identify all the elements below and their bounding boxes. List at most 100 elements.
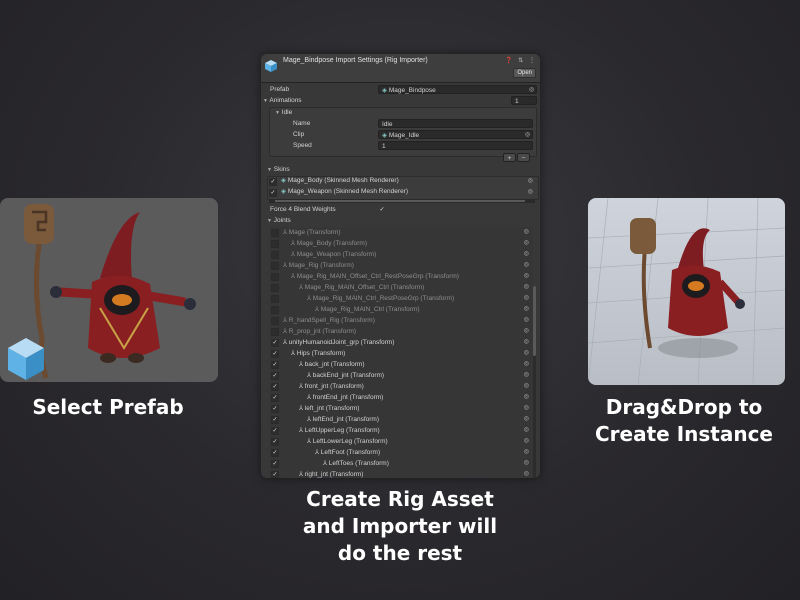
open-button[interactable]: Open — [513, 68, 536, 78]
object-picker-icon[interactable]: ◎ — [529, 86, 534, 93]
joint-picker-icon[interactable]: ◎ — [524, 238, 529, 249]
foldout-arrow-icon: ▼ — [275, 110, 280, 116]
joints-scrollbar[interactable] — [533, 286, 536, 478]
joint-label: ⅄ R_handSpell_Rig (Transform) — [283, 317, 375, 324]
remove-animation-button[interactable]: − — [517, 153, 530, 162]
joint-picker-icon[interactable]: ◎ — [524, 271, 529, 282]
joint-checkbox[interactable]: ✓ — [271, 427, 279, 435]
joint-checkbox[interactable]: ✓ — [271, 449, 279, 457]
joint-picker-icon[interactable]: ◎ — [524, 447, 529, 458]
joint-picker-icon[interactable]: ◎ — [524, 458, 529, 469]
joint-picker-icon[interactable]: ◎ — [524, 425, 529, 436]
joint-picker-icon[interactable]: ◎ — [524, 403, 529, 414]
joint-checkbox[interactable] — [271, 262, 279, 270]
joint-checkbox[interactable]: ✓ — [271, 471, 279, 478]
clip-picker-icon[interactable]: ◎ — [525, 131, 530, 138]
joint-checkbox[interactable]: ✓ — [271, 405, 279, 413]
joint-label: ⅄ Mage_Body (Transform) — [291, 240, 367, 247]
skin-picker-icon[interactable]: ◎ — [528, 187, 533, 197]
speed-input[interactable]: 1 — [378, 141, 533, 150]
joint-picker-icon[interactable]: ◎ — [524, 392, 529, 403]
joints-foldout[interactable]: ▼ Joints — [267, 216, 291, 226]
joint-picker-icon[interactable]: ◎ — [524, 293, 529, 304]
skin-label: ◈ Mage_Weapon (Skinned Mesh Renderer) — [281, 188, 409, 195]
joint-picker-icon[interactable]: ◎ — [524, 227, 529, 238]
joint-checkbox[interactable]: ✓ — [271, 361, 279, 369]
joint-picker-icon[interactable]: ◎ — [524, 315, 529, 326]
joint-checkbox[interactable] — [271, 251, 279, 259]
joint-checkbox[interactable]: ✓ — [271, 372, 279, 380]
skins-scrollbar[interactable] — [269, 199, 535, 203]
joint-checkbox[interactable] — [271, 317, 279, 325]
skin-checkbox[interactable]: ✓ — [269, 189, 277, 197]
skin-row[interactable]: ✓ ◈ Mage_Body (Skinned Mesh Renderer) ◎ — [269, 176, 535, 186]
joint-picker-icon[interactable]: ◎ — [524, 282, 529, 293]
joint-checkbox[interactable]: ✓ — [271, 438, 279, 446]
skins-scroll-thumb[interactable] — [275, 200, 525, 202]
clip-icon: ◈ — [382, 132, 387, 139]
joint-checkbox[interactable] — [271, 273, 279, 281]
skin-row[interactable]: ✓ ◈ Mage_Weapon (Skinned Mesh Renderer) … — [269, 187, 535, 197]
caption-line: do the rest — [337, 541, 463, 565]
skin-picker-icon[interactable]: ◎ — [528, 176, 533, 186]
joint-picker-icon[interactable]: ◎ — [524, 304, 529, 315]
joint-picker-icon[interactable]: ◎ — [524, 249, 529, 260]
caption-line: Drag&Drop to — [605, 395, 763, 419]
joint-picker-icon[interactable]: ◎ — [524, 348, 529, 359]
joint-row[interactable]: ✓ ⅄ right_jnt (Transform) ◎ — [269, 469, 533, 478]
joint-checkbox[interactable]: ✓ — [271, 394, 279, 402]
scene-preview — [588, 198, 785, 385]
anim-item-label: Idle — [281, 109, 293, 116]
inspector-window: Mage_Bindpose Import Settings (Rig Impor… — [261, 54, 540, 478]
joint-checkbox[interactable]: ✓ — [271, 350, 279, 358]
prefab-label: Prefab — [270, 86, 290, 93]
joint-checkbox[interactable]: ✓ — [271, 339, 279, 347]
joint-picker-icon[interactable]: ◎ — [524, 359, 529, 370]
help-settings-icons[interactable]: ❓ ⇅ ⋮ — [505, 57, 537, 64]
joint-label: ⅄ LeftLowerLeg (Transform) — [307, 438, 388, 445]
joint-label: ⅄ Mage_Rig (Transform) — [283, 262, 354, 269]
joint-label: ⅄ Mage_Rig_MAIN_Offset_Ctrl (Transform) — [299, 284, 425, 291]
animations-foldout[interactable]: ▼ Animations — [263, 96, 302, 106]
joint-picker-icon[interactable]: ◎ — [524, 414, 529, 425]
joint-label: ⅄ LeftToes (Transform) — [323, 460, 389, 467]
joint-checkbox[interactable]: ✓ — [271, 383, 279, 391]
speed-label: Speed — [293, 142, 312, 149]
joint-picker-icon[interactable]: ◎ — [524, 436, 529, 447]
joint-picker-icon[interactable]: ◎ — [524, 337, 529, 348]
mage-prefab-render — [8, 204, 196, 380]
clip-label: Clip — [293, 131, 305, 138]
joint-checkbox[interactable] — [271, 306, 279, 314]
skins-foldout[interactable]: ▼ Skins — [267, 165, 290, 175]
caption-select-prefab: Select Prefab — [32, 395, 184, 419]
joint-checkbox[interactable]: ✓ — [271, 460, 279, 468]
clip-value: Mage_Idle — [388, 132, 420, 139]
joint-label: ⅄ Mage_Weapon (Transform) — [291, 251, 377, 258]
mage-instance-render — [588, 198, 785, 385]
animations-count-field[interactable]: 1 — [511, 96, 537, 105]
joint-checkbox[interactable]: ✓ — [271, 416, 279, 424]
joint-checkbox[interactable] — [271, 229, 279, 237]
joint-picker-icon[interactable]: ◎ — [524, 381, 529, 392]
joint-picker-icon[interactable]: ◎ — [524, 326, 529, 337]
anim-item-foldout[interactable]: ▼ Idle — [275, 108, 292, 118]
joint-picker-icon[interactable]: ◎ — [524, 469, 529, 478]
clip-field[interactable]: ◈ Mage_Idle — [378, 130, 533, 139]
joint-picker-icon[interactable]: ◎ — [524, 260, 529, 271]
joint-checkbox[interactable] — [271, 240, 279, 248]
prefab-field[interactable]: ◈ Mage_Bindpose — [378, 85, 537, 94]
skin-checkbox[interactable]: ✓ — [269, 178, 277, 186]
caption-line: Create Instance — [595, 422, 773, 446]
joint-checkbox[interactable] — [271, 295, 279, 303]
skins-label: Skins — [273, 166, 290, 173]
joint-label: ⅄ leftEnd_jnt (Transform) — [307, 416, 380, 423]
joint-checkbox[interactable] — [271, 284, 279, 292]
joint-checkbox[interactable] — [271, 328, 279, 336]
add-animation-button[interactable]: + — [503, 153, 516, 162]
joint-label: ⅄ left_jnt (Transform) — [299, 405, 360, 412]
prefab-value: Mage_Bindpose — [388, 87, 436, 94]
joint-picker-icon[interactable]: ◎ — [524, 370, 529, 381]
joints-scroll-thumb[interactable] — [533, 286, 536, 356]
force-blend-checkbox[interactable]: ✓ — [379, 207, 385, 213]
name-input[interactable]: Idle — [378, 119, 533, 128]
